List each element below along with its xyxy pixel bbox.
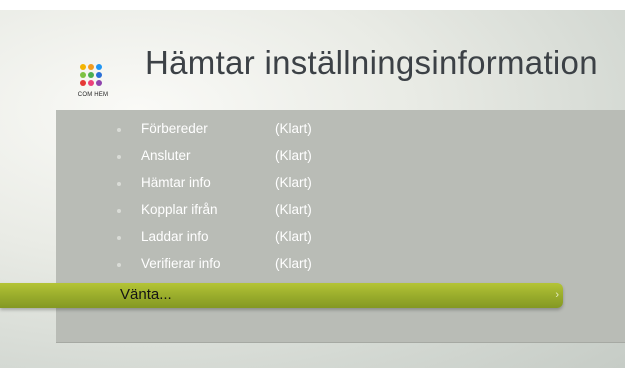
logo-dot	[96, 80, 102, 86]
bullet-icon	[117, 236, 121, 240]
step-label: Kopplar ifrån	[141, 202, 218, 217]
bullet-icon	[117, 263, 121, 267]
progress-panel: Förbereder (Klart) Ansluter (Klart) Hämt…	[56, 110, 625, 343]
step-status: (Klart)	[275, 229, 312, 244]
logo-dot	[96, 64, 102, 70]
step-item-forbereder: Förbereder (Klart)	[56, 120, 456, 146]
comhem-logo: COM HEM	[72, 62, 114, 102]
step-item-verifierar-info: Verifierar info (Klart)	[56, 255, 456, 281]
step-label: Förbereder	[141, 121, 208, 136]
page-title: Hämtar inställningsinformation	[145, 44, 598, 81]
step-item-laddar-info: Laddar info (Klart)	[56, 228, 456, 254]
chevron-right-icon: ›	[555, 289, 559, 301]
bullet-icon	[117, 182, 121, 186]
step-status: (Klart)	[275, 256, 312, 271]
bullet-icon	[117, 128, 121, 132]
logo-dot	[88, 80, 94, 86]
step-label: Laddar info	[141, 229, 209, 244]
wait-label: Vänta...	[120, 286, 172, 303]
logo-dot	[80, 64, 86, 70]
logo-text: COM HEM	[77, 92, 109, 98]
step-item-ansluter: Ansluter (Klart)	[56, 147, 456, 173]
logo-dots	[80, 64, 104, 88]
logo-dot	[88, 64, 94, 70]
step-item-kopplar-ifran: Kopplar ifrån (Klart)	[56, 201, 456, 227]
wait-bar[interactable]: Vänta... ›	[0, 283, 563, 308]
logo-dot	[80, 80, 86, 86]
step-status: (Klart)	[275, 148, 312, 163]
step-label: Hämtar info	[141, 175, 211, 190]
logo-dot	[96, 72, 102, 78]
step-status: (Klart)	[275, 175, 312, 190]
top-strip	[0, 0, 625, 10]
bullet-icon	[117, 155, 121, 159]
bullet-icon	[117, 209, 121, 213]
step-label: Verifierar info	[141, 256, 221, 271]
step-item-hamtar-info: Hämtar info (Klart)	[56, 174, 456, 200]
logo-dot	[88, 72, 94, 78]
logo-dot	[80, 72, 86, 78]
step-status: (Klart)	[275, 121, 312, 136]
step-label: Ansluter	[141, 148, 191, 163]
step-status: (Klart)	[275, 202, 312, 217]
